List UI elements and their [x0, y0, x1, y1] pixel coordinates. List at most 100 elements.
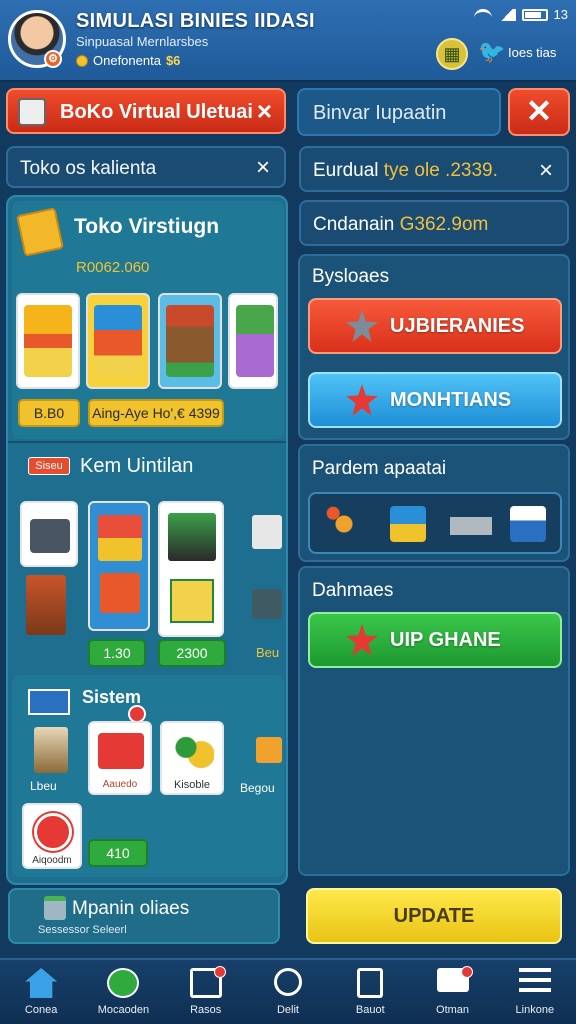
- notepad-icon: [16, 207, 64, 257]
- bird-icon[interactable]: 🐦: [478, 40, 505, 64]
- section-divider: [8, 441, 286, 443]
- sale-sign-card[interactable]: Aiqoodm: [22, 803, 82, 869]
- shop-search-placeholder: Toko os kalienta: [20, 158, 157, 179]
- stall-icon: [100, 573, 140, 613]
- shelf-icon: [98, 515, 142, 561]
- shopping-bag-icon: [24, 305, 72, 377]
- vending-icon[interactable]: [26, 575, 66, 635]
- signal-icon: [497, 8, 516, 21]
- cart-item-card[interactable]: [20, 501, 78, 567]
- green-action-button[interactable]: UIP GHANE: [308, 612, 562, 668]
- register-item-card[interactable]: [158, 501, 224, 637]
- bottom-strip[interactable]: Mpanin oliaes Sessessor Seleerl: [8, 888, 280, 944]
- pardem-panel: Pardem apaatai: [298, 444, 570, 562]
- info1-value: tye ole .2339.: [383, 160, 498, 181]
- close-button[interactable]: ✕: [508, 88, 570, 136]
- right-search-placeholder: Binvar Iupaatin: [313, 102, 447, 124]
- home-icon: [25, 968, 58, 998]
- shelf-unit-icon[interactable]: [34, 727, 68, 773]
- right-search-field[interactable]: Binvar Iupaatin: [297, 88, 501, 136]
- car-icon[interactable]: [450, 506, 492, 542]
- grid-icon[interactable]: ▦: [436, 38, 468, 70]
- kem-price-pill[interactable]: 2300: [158, 639, 226, 667]
- pardem-items-row: [308, 492, 562, 554]
- info2-label: Cndanain: [313, 214, 400, 235]
- share-label[interactable]: Ioes tias: [508, 45, 556, 60]
- info-field-2[interactable]: Cndanain G362.9om: [299, 200, 569, 246]
- sistem-label-2: Aauedo: [102, 779, 138, 790]
- trash-icon: [44, 896, 66, 920]
- dahmaes-panel: Dahmaes UIP GHANE: [298, 566, 570, 876]
- battery-level: 13: [553, 7, 568, 22]
- nav-tools[interactable]: Mocaoden: [82, 960, 164, 1024]
- cash-register-icon: [168, 513, 216, 561]
- cart-icon: [30, 519, 70, 553]
- shelf-item-card[interactable]: [88, 501, 150, 631]
- status-bar: 13: [473, 7, 568, 22]
- info2-value: G362.9om: [399, 214, 489, 235]
- nav-report[interactable]: Bauot: [329, 960, 411, 1024]
- coin-label: Onefonenta: [93, 53, 161, 68]
- shop-item-card[interactable]: [16, 293, 80, 389]
- clear-icon[interactable]: ×: [539, 157, 553, 185]
- shop-search-input[interactable]: Toko os kalienta ×: [6, 146, 286, 188]
- shop-item-card[interactable]: [228, 293, 278, 389]
- blue-action-button[interactable]: MONHTIANS: [308, 372, 562, 428]
- box-icon: [170, 579, 214, 623]
- kem-price-pill[interactable]: 1.30: [88, 639, 146, 667]
- update-button[interactable]: UPDATE: [306, 888, 562, 944]
- nav-gift[interactable]: Rasos: [165, 960, 247, 1024]
- basket-icon: [98, 733, 144, 769]
- nav-menu[interactable]: Linkone: [494, 960, 576, 1024]
- coin-value: $6: [165, 53, 181, 68]
- notification-dot: [460, 966, 473, 978]
- clear-icon[interactable]: ×: [256, 154, 270, 182]
- shop-panel: Toko Virstiugn R0062.060 B.B0 Aing-Aye H…: [6, 195, 288, 885]
- report-icon: [357, 968, 384, 998]
- kem-badge: Siseu: [28, 457, 70, 475]
- produce-stall-icon: [94, 305, 142, 377]
- crate-icon[interactable]: [256, 737, 282, 763]
- bottom-nav: Conea Mocaoden Rasos Delit Bauot Otman L…: [0, 958, 576, 1024]
- coin-icon: [76, 54, 88, 67]
- battery-icon: [521, 8, 548, 21]
- sale-sign-icon: [34, 813, 72, 851]
- shop-tab[interactable]: BoKo Virtual Uletuai ×: [6, 88, 286, 134]
- star-heart-icon: [346, 624, 378, 656]
- price-pill[interactable]: B.B0: [18, 399, 80, 427]
- cooler-icon[interactable]: [252, 515, 282, 549]
- nav-search[interactable]: Delit: [247, 960, 329, 1024]
- menu-icon: [518, 968, 551, 994]
- produce-card[interactable]: Kisoble: [160, 721, 224, 795]
- sistem-title: Sistem: [82, 687, 142, 707]
- star-icon: [346, 310, 378, 342]
- coin-row: Onefonenta $6: [76, 53, 180, 68]
- kem-edge-label: Beu: [256, 645, 280, 660]
- shelf-icon[interactable]: [390, 506, 426, 542]
- shop-item-card[interactable]: [86, 293, 150, 389]
- price-pill[interactable]: Aing-Aye Ho',€ 4399: [88, 399, 224, 427]
- nav-home[interactable]: Conea: [0, 960, 82, 1024]
- shop-item-card[interactable]: [158, 293, 222, 389]
- sistem-icon: [28, 689, 70, 715]
- business-panel: Bysloaes UJBIERANIES MONHTIANS: [298, 254, 570, 440]
- sistem-label-5: Aiqoodm: [32, 855, 72, 866]
- document-icon[interactable]: [510, 506, 546, 542]
- game-subtitle: Sinpuasal Mernlarsbes: [76, 34, 209, 49]
- gear-icon[interactable]: [326, 506, 362, 542]
- sistem-label-4: Begou: [240, 781, 275, 795]
- sistem-price-pill[interactable]: 410: [88, 839, 148, 867]
- notification-dot: [213, 966, 226, 978]
- info1-label: Eurdual: [313, 160, 384, 181]
- shop-tab-label: BoKo Virtual Uletuai: [60, 101, 253, 123]
- info-field-1[interactable]: Eurdual tye ole .2339. ×: [299, 146, 569, 192]
- basket-card[interactable]: Aauedo: [88, 721, 152, 795]
- pardem-title: Pardem apaatai: [312, 458, 447, 479]
- close-icon[interactable]: ×: [257, 96, 272, 127]
- dahmaes-title: Dahmaes: [312, 580, 394, 601]
- red-action-button[interactable]: UJBIERANIES: [308, 298, 562, 354]
- kiosk-icon: [236, 305, 274, 377]
- nav-chat[interactable]: Otman: [411, 960, 493, 1024]
- wifi-icon: [473, 8, 492, 21]
- machine-icon[interactable]: [252, 589, 282, 619]
